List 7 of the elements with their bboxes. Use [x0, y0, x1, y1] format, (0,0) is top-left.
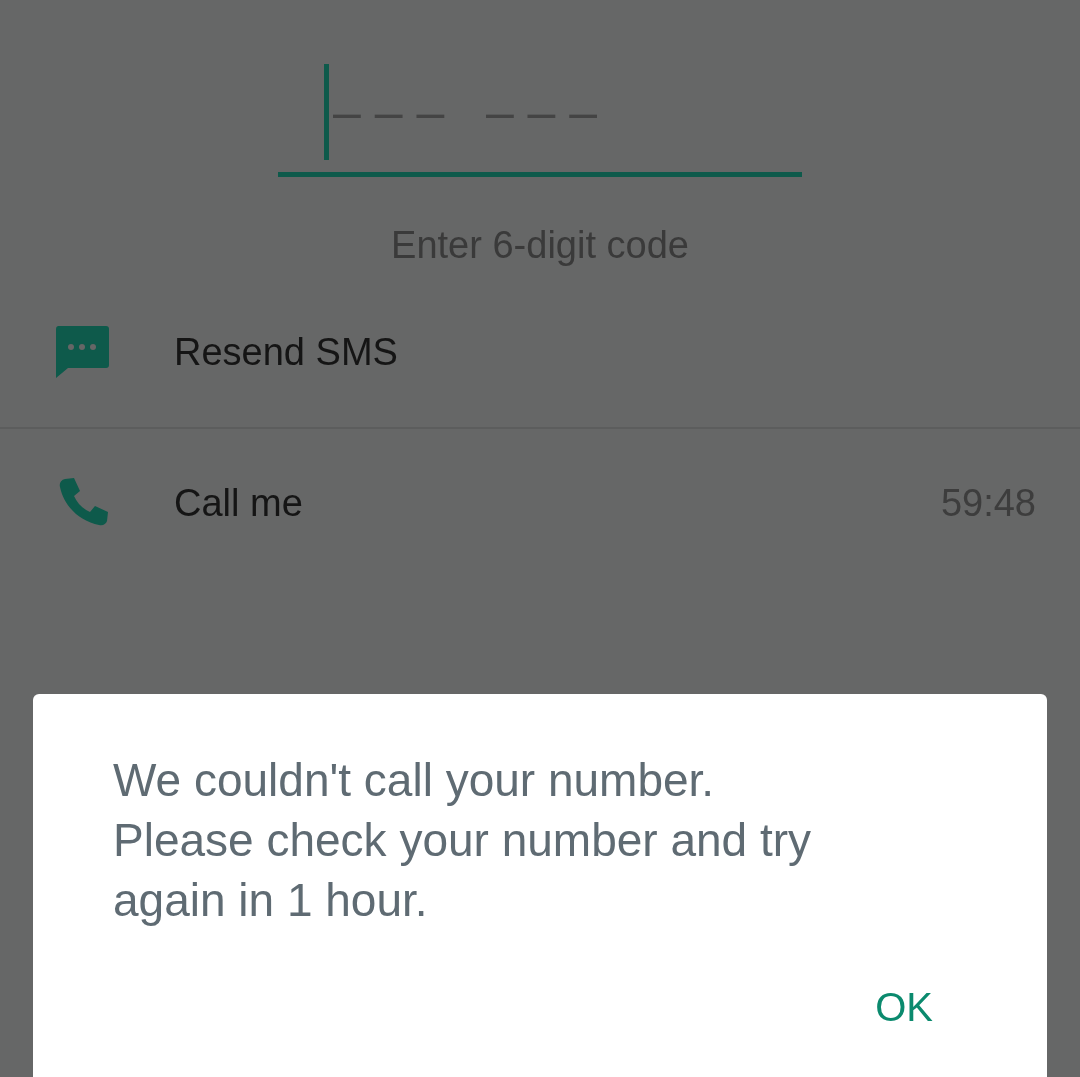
option-label: Call me	[174, 480, 303, 526]
ok-button[interactable]: OK	[861, 973, 947, 1041]
resend-sms-option[interactable]: Resend SMS	[0, 277, 1080, 427]
code-input-field[interactable]: – – – – – –	[329, 74, 789, 150]
chat-bubble-icon	[54, 324, 110, 380]
option-label: Resend SMS	[174, 329, 398, 375]
dialog-message: We couldn't call your number. Please check your number and try again in 1 hour.	[113, 753, 813, 928]
